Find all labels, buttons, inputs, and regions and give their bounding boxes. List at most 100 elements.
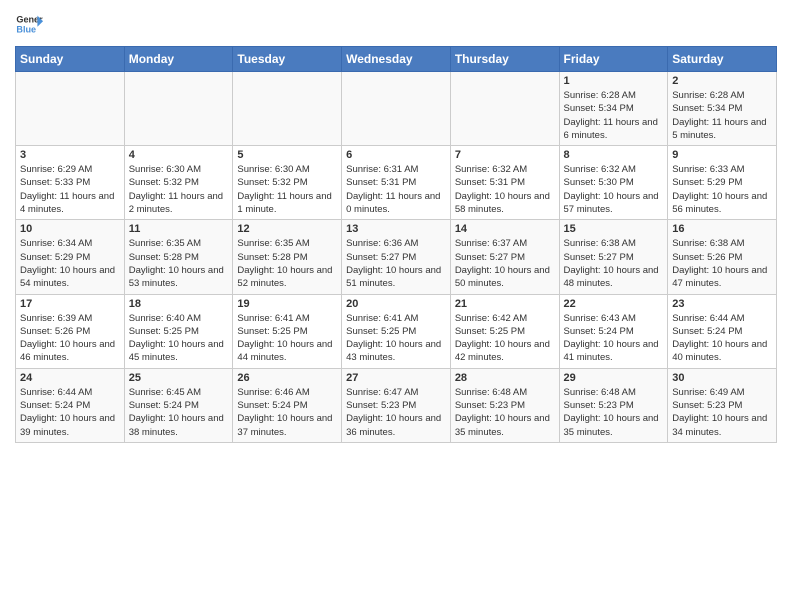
day-cell: 1 Sunrise: 6:28 AM Sunset: 5:34 PM Daylig… — [559, 72, 668, 146]
day-number: 5 — [237, 149, 337, 161]
day-number: 15 — [564, 223, 664, 235]
day-info: Sunrise: 6:28 AM Sunset: 5:34 PM Dayligh… — [564, 89, 664, 142]
day-cell: 20Sunrise: 6:41 AM Sunset: 5:25 PM Dayli… — [342, 294, 451, 368]
day-info: Sunrise: 6:42 AM Sunset: 5:25 PM Dayligh… — [455, 312, 555, 365]
week-row-3: 10 Sunrise: 6:34 AM Sunset: 5:29 PM Dayli… — [16, 220, 777, 294]
day-info: Sunrise: 6:41 AM Sunset: 5:25 PM Dayligh… — [237, 312, 337, 365]
logo: General Blue — [15, 10, 47, 38]
day-info: Sunrise: 6:40 AM Sunset: 5:25 PM Dayligh… — [129, 312, 229, 365]
day-cell: 12 Sunrise: 6:35 AM Sunset: 5:28 PM Dayli… — [233, 220, 342, 294]
day-number: 7 — [455, 149, 555, 161]
weekday-header-row: SundayMondayTuesdayWednesdayThursdayFrid… — [16, 47, 777, 72]
day-info: Sunrise: 6:43 AM Sunset: 5:24 PM Dayligh… — [564, 312, 664, 365]
day-cell: 3Sunrise: 6:29 AM Sunset: 5:33 PM Daylig… — [16, 146, 125, 220]
day-number: 23 — [672, 298, 772, 310]
day-cell: 6 Sunrise: 6:31 AM Sunset: 5:31 PM Daylig… — [342, 146, 451, 220]
day-cell: 18 Sunrise: 6:40 AM Sunset: 5:25 PM Dayli… — [124, 294, 233, 368]
day-number: 18 — [129, 298, 229, 310]
day-info: Sunrise: 6:36 AM Sunset: 5:27 PM Dayligh… — [346, 237, 446, 290]
day-number: 17 — [20, 298, 120, 310]
weekday-header-thursday: Thursday — [450, 47, 559, 72]
weekday-header-friday: Friday — [559, 47, 668, 72]
week-row-5: 24 Sunrise: 6:44 AM Sunset: 5:24 PM Dayli… — [16, 368, 777, 442]
day-cell: 25Sunrise: 6:45 AM Sunset: 5:24 PM Dayli… — [124, 368, 233, 442]
day-number: 13 — [346, 223, 446, 235]
day-info: Sunrise: 6:49 AM Sunset: 5:23 PM Dayligh… — [672, 386, 772, 439]
day-info: Sunrise: 6:47 AM Sunset: 5:23 PM Dayligh… — [346, 386, 446, 439]
day-cell: 28 Sunrise: 6:48 AM Sunset: 5:23 PM Dayli… — [450, 368, 559, 442]
weekday-header-wednesday: Wednesday — [342, 47, 451, 72]
day-number: 29 — [564, 372, 664, 384]
day-info: Sunrise: 6:41 AM Sunset: 5:25 PM Dayligh… — [346, 312, 446, 365]
day-info: Sunrise: 6:35 AM Sunset: 5:28 PM Dayligh… — [237, 237, 337, 290]
day-number: 1 — [564, 75, 664, 87]
day-cell: 21Sunrise: 6:42 AM Sunset: 5:25 PM Dayli… — [450, 294, 559, 368]
day-info: Sunrise: 6:32 AM Sunset: 5:30 PM Dayligh… — [564, 163, 664, 216]
day-cell: 17Sunrise: 6:39 AM Sunset: 5:26 PM Dayli… — [16, 294, 125, 368]
day-info: Sunrise: 6:31 AM Sunset: 5:31 PM Dayligh… — [346, 163, 446, 216]
day-info: Sunrise: 6:35 AM Sunset: 5:28 PM Dayligh… — [129, 237, 229, 290]
page: General Blue SundayMondayTuesdayWednesda… — [0, 0, 792, 453]
day-cell: 10 Sunrise: 6:34 AM Sunset: 5:29 PM Dayli… — [16, 220, 125, 294]
day-number: 16 — [672, 223, 772, 235]
day-cell: 29 Sunrise: 6:48 AM Sunset: 5:23 PM Dayli… — [559, 368, 668, 442]
day-cell: 15 Sunrise: 6:38 AM Sunset: 5:27 PM Dayli… — [559, 220, 668, 294]
day-number: 28 — [455, 372, 555, 384]
day-number: 27 — [346, 372, 446, 384]
day-cell: 7 Sunrise: 6:32 AM Sunset: 5:31 PM Daylig… — [450, 146, 559, 220]
day-info: Sunrise: 6:38 AM Sunset: 5:26 PM Dayligh… — [672, 237, 772, 290]
day-number: 14 — [455, 223, 555, 235]
day-number: 9 — [672, 149, 772, 161]
day-cell — [16, 72, 125, 146]
day-info: Sunrise: 6:37 AM Sunset: 5:27 PM Dayligh… — [455, 237, 555, 290]
day-info: Sunrise: 6:29 AM Sunset: 5:33 PM Dayligh… — [20, 163, 120, 216]
day-number: 11 — [129, 223, 229, 235]
day-number: 6 — [346, 149, 446, 161]
day-number: 4 — [129, 149, 229, 161]
day-info: Sunrise: 6:48 AM Sunset: 5:23 PM Dayligh… — [564, 386, 664, 439]
day-number: 26 — [237, 372, 337, 384]
header: General Blue — [15, 10, 777, 38]
day-cell: 26 Sunrise: 6:46 AM Sunset: 5:24 PM Dayli… — [233, 368, 342, 442]
day-number: 12 — [237, 223, 337, 235]
day-info: Sunrise: 6:38 AM Sunset: 5:27 PM Dayligh… — [564, 237, 664, 290]
logo-icon: General Blue — [15, 10, 43, 38]
day-cell: 5 Sunrise: 6:30 AM Sunset: 5:32 PM Daylig… — [233, 146, 342, 220]
weekday-header-saturday: Saturday — [668, 47, 777, 72]
day-number: 10 — [20, 223, 120, 235]
day-cell: 27 Sunrise: 6:47 AM Sunset: 5:23 PM Dayli… — [342, 368, 451, 442]
day-cell: 22 Sunrise: 6:43 AM Sunset: 5:24 PM Dayli… — [559, 294, 668, 368]
day-cell: 9 Sunrise: 6:33 AM Sunset: 5:29 PM Daylig… — [668, 146, 777, 220]
week-row-2: 3Sunrise: 6:29 AM Sunset: 5:33 PM Daylig… — [16, 146, 777, 220]
day-cell: 19Sunrise: 6:41 AM Sunset: 5:25 PM Dayli… — [233, 294, 342, 368]
day-cell: 4 Sunrise: 6:30 AM Sunset: 5:32 PM Daylig… — [124, 146, 233, 220]
day-info: Sunrise: 6:46 AM Sunset: 5:24 PM Dayligh… — [237, 386, 337, 439]
day-cell — [342, 72, 451, 146]
day-cell: 14 Sunrise: 6:37 AM Sunset: 5:27 PM Dayli… — [450, 220, 559, 294]
day-cell: 16 Sunrise: 6:38 AM Sunset: 5:26 PM Dayli… — [668, 220, 777, 294]
day-cell: 24 Sunrise: 6:44 AM Sunset: 5:24 PM Dayli… — [16, 368, 125, 442]
day-info: Sunrise: 6:44 AM Sunset: 5:24 PM Dayligh… — [20, 386, 120, 439]
day-number: 22 — [564, 298, 664, 310]
day-info: Sunrise: 6:34 AM Sunset: 5:29 PM Dayligh… — [20, 237, 120, 290]
day-cell — [450, 72, 559, 146]
day-info: Sunrise: 6:48 AM Sunset: 5:23 PM Dayligh… — [455, 386, 555, 439]
day-cell: 11 Sunrise: 6:35 AM Sunset: 5:28 PM Dayli… — [124, 220, 233, 294]
day-cell: 8 Sunrise: 6:32 AM Sunset: 5:30 PM Daylig… — [559, 146, 668, 220]
day-info: Sunrise: 6:32 AM Sunset: 5:31 PM Dayligh… — [455, 163, 555, 216]
day-number: 2 — [672, 75, 772, 87]
day-info: Sunrise: 6:28 AM Sunset: 5:34 PM Dayligh… — [672, 89, 772, 142]
day-info: Sunrise: 6:33 AM Sunset: 5:29 PM Dayligh… — [672, 163, 772, 216]
day-cell — [124, 72, 233, 146]
day-number: 24 — [20, 372, 120, 384]
calendar-table: SundayMondayTuesdayWednesdayThursdayFrid… — [15, 46, 777, 443]
day-info: Sunrise: 6:30 AM Sunset: 5:32 PM Dayligh… — [129, 163, 229, 216]
svg-text:Blue: Blue — [16, 24, 36, 34]
weekday-header-sunday: Sunday — [16, 47, 125, 72]
day-info: Sunrise: 6:30 AM Sunset: 5:32 PM Dayligh… — [237, 163, 337, 216]
day-number: 8 — [564, 149, 664, 161]
day-number: 25 — [129, 372, 229, 384]
day-info: Sunrise: 6:44 AM Sunset: 5:24 PM Dayligh… — [672, 312, 772, 365]
day-cell — [233, 72, 342, 146]
day-number: 30 — [672, 372, 772, 384]
